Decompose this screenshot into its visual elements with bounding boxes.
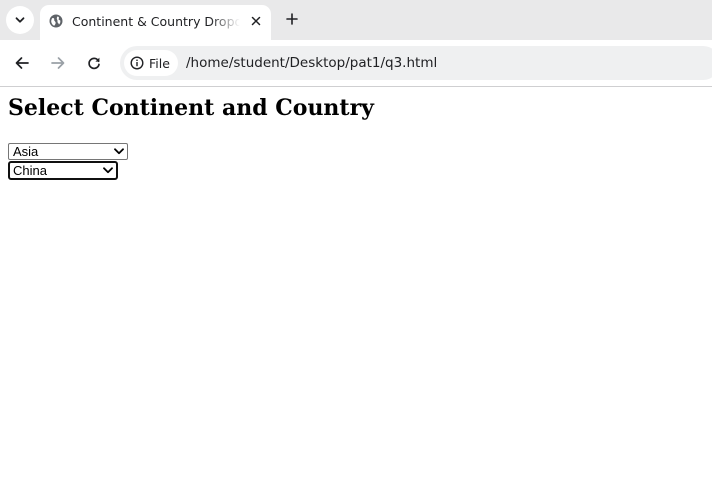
tab-title: Continent & Country Dropdown bbox=[72, 14, 240, 29]
site-chip-label: File bbox=[149, 55, 170, 71]
continent-select-value: Asia bbox=[13, 144, 39, 159]
reload-icon bbox=[88, 57, 100, 70]
active-tab[interactable]: Continent & Country Dropdown bbox=[40, 5, 271, 40]
country-select[interactable]: China bbox=[8, 161, 118, 180]
chevron-down-icon bbox=[15, 17, 25, 23]
arrow-right-icon bbox=[51, 57, 65, 69]
chevron-down-icon bbox=[103, 167, 113, 174]
toolbar: File /home/student/Desktop/pat1/q3.html bbox=[0, 40, 712, 87]
address-bar[interactable]: File /home/student/Desktop/pat1/q3.html bbox=[120, 46, 712, 80]
page-content: Select Continent and Country Asia China bbox=[0, 87, 712, 485]
back-button[interactable] bbox=[8, 49, 36, 77]
new-tab-button[interactable] bbox=[280, 7, 304, 31]
tab-close-button[interactable] bbox=[247, 12, 265, 30]
plus-icon bbox=[286, 13, 298, 25]
url-text[interactable]: /home/student/Desktop/pat1/q3.html bbox=[186, 54, 437, 72]
reload-button[interactable] bbox=[80, 49, 108, 77]
info-icon bbox=[130, 56, 144, 70]
chevron-down-icon bbox=[114, 148, 124, 155]
site-info-chip[interactable]: File bbox=[124, 50, 178, 76]
browser-window: Continent & Country Dropdown bbox=[0, 0, 712, 485]
forward-button[interactable] bbox=[44, 49, 72, 77]
globe-icon bbox=[49, 14, 63, 28]
close-icon bbox=[251, 16, 261, 26]
tab-search-button[interactable] bbox=[6, 6, 34, 34]
page-title: Select Continent and Country bbox=[8, 95, 374, 121]
arrow-left-icon bbox=[15, 57, 29, 69]
continent-select[interactable]: Asia bbox=[8, 143, 128, 160]
country-select-value: China bbox=[13, 163, 47, 178]
tab-strip: Continent & Country Dropdown bbox=[0, 0, 712, 40]
